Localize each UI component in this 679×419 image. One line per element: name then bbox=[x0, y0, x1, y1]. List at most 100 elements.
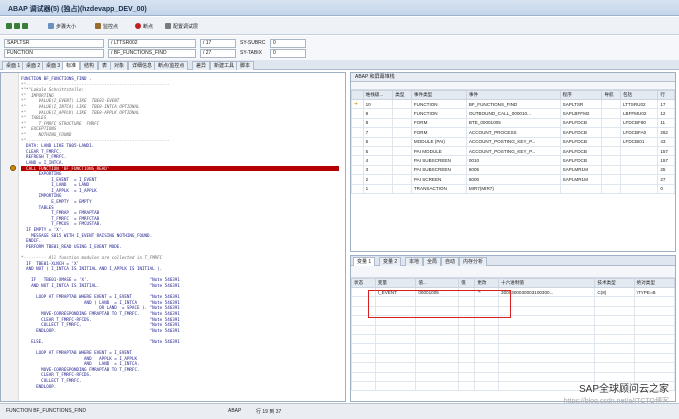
current-position-icon bbox=[10, 165, 16, 171]
toolbar-step-button[interactable] bbox=[6, 21, 28, 31]
variables-cell: \TYPE=B bbox=[633, 286, 676, 298]
toolbar-watch-button[interactable]: 监控点 bbox=[95, 21, 118, 31]
variables-column-header[interactable]: 值 bbox=[458, 278, 476, 288]
include-field[interactable]: / LTTSR002 bbox=[108, 39, 196, 48]
variables-cell bbox=[633, 352, 676, 364]
variables-tab[interactable]: 本地 bbox=[405, 257, 424, 266]
status-bar: FUNCTION BF_FUNCTIONS_FIND ABAP 行 19 到 3… bbox=[0, 403, 679, 419]
tab-diff[interactable]: 差异 bbox=[192, 61, 211, 70]
stack-cell bbox=[601, 164, 621, 176]
stack-row[interactable]: 3 PAI SUBSCREEN 6005 SAPLMR1M 25 bbox=[351, 164, 675, 176]
stack-cell: SAPLFDCB bbox=[559, 136, 603, 147]
stack-row[interactable]: 1 TRANSACTION MIR7(MIR7) 0 bbox=[351, 183, 675, 194]
stack-cell bbox=[601, 127, 621, 138]
variables-tab[interactable]: 变量 1 bbox=[353, 257, 376, 266]
tab-breakpoints[interactable]: 断点/监控点 bbox=[154, 61, 189, 70]
kind-field[interactable]: FUNCTION bbox=[4, 49, 104, 58]
variables-cell bbox=[351, 362, 376, 373]
stack-cell: 157 bbox=[657, 155, 675, 166]
variables-column-header[interactable]: 更改 bbox=[474, 278, 500, 288]
stack-column-header[interactable]: 事件 bbox=[465, 90, 561, 100]
program-field[interactable]: SAPLTSR bbox=[4, 39, 104, 48]
variables-column-header[interactable]: 变量 bbox=[374, 278, 417, 288]
breakpoint-icon bbox=[135, 23, 141, 29]
variables-column-header[interactable]: 状态 bbox=[351, 278, 376, 288]
toolbar-step-size-button[interactable]: 步骤大小 bbox=[48, 21, 76, 31]
variables-tab[interactable]: 内存分析 bbox=[459, 257, 488, 266]
variables-tab[interactable]: 全局 bbox=[423, 257, 442, 266]
editor-gutter[interactable] bbox=[1, 73, 19, 401]
variables-cell bbox=[458, 371, 476, 382]
stack-cell: SAPLTSR bbox=[559, 98, 603, 110]
variables-cell bbox=[415, 343, 460, 354]
stack-column-header[interactable]: 导航 bbox=[601, 90, 621, 100]
tab-details[interactable]: 详细信息 bbox=[128, 61, 157, 70]
stack-cell bbox=[351, 174, 364, 185]
stack-row[interactable]: 9 FUNCTION OUTBOUND_CALL_000010... SAPLBFFM… bbox=[351, 108, 675, 119]
sytabix-value[interactable]: 0 bbox=[270, 49, 306, 58]
variables-column-header[interactable]: 十六进制值 bbox=[498, 278, 596, 288]
variables-tab[interactable]: 自动 bbox=[441, 257, 460, 266]
line-field[interactable]: / 17 bbox=[200, 39, 236, 48]
stack-column-header[interactable] bbox=[351, 90, 364, 100]
toolbar-layer-label: 配置调试层 bbox=[173, 23, 199, 30]
tab-structure[interactable]: 结构 bbox=[80, 61, 99, 70]
variables-row-empty[interactable] bbox=[351, 362, 676, 373]
variables-cell bbox=[415, 352, 460, 364]
stack-column-header[interactable]: 行 bbox=[657, 90, 675, 100]
stack-row[interactable]: 4 PAI SUBSCREEN 0010 SAPLFDCB 157 bbox=[351, 155, 675, 166]
stack-row[interactable]: 6 MODULE (PAI) ACCOUNT_POSTING_KEY_P... SAP… bbox=[351, 136, 675, 147]
function-field[interactable]: / BF_FUNCTIONS_FIND bbox=[108, 49, 196, 58]
stack-column-header[interactable]: 类型 bbox=[392, 90, 412, 100]
stack-cell: 0 bbox=[657, 183, 675, 194]
step-into-icon bbox=[14, 23, 20, 29]
toolbar-layer-button[interactable]: 配置调试层 bbox=[165, 21, 198, 31]
variables-column-header[interactable]: 技术类型 bbox=[594, 278, 635, 288]
variables-cell bbox=[458, 343, 476, 354]
variables-column-header[interactable]: 绝对类型 bbox=[633, 278, 676, 288]
stack-column-header[interactable]: 包括 bbox=[619, 90, 659, 100]
tab-standard[interactable]: 标准 bbox=[62, 61, 81, 70]
stack-cell: 5 bbox=[362, 145, 394, 157]
stack-column-header[interactable]: 堆栈级... bbox=[362, 90, 394, 100]
stack-cell bbox=[392, 155, 412, 166]
variables-cell bbox=[633, 296, 676, 307]
stack-column-header[interactable]: 事件类型 bbox=[410, 90, 467, 100]
stack-column-header[interactable]: 程序 bbox=[559, 90, 603, 100]
variables-row-empty[interactable] bbox=[351, 333, 676, 345]
source-editor[interactable]: FUNCTION BF_FUNCTIONS_FIND . *"----------… bbox=[0, 72, 346, 402]
variables-cell bbox=[498, 315, 596, 326]
toolbar-breakpoint-button[interactable]: 断点 bbox=[135, 21, 153, 31]
stack-row[interactable]: 5 PAI MODULE ACCOUNT_POSTING_KEY_P... SAPLF… bbox=[351, 145, 675, 157]
variables-cell bbox=[351, 380, 376, 392]
tab-object[interactable]: 对象 bbox=[110, 61, 129, 70]
stack-row[interactable]: 2 PAI SCREEN 6000 SAPLMR1M 27 bbox=[351, 174, 675, 185]
variables-cell: 3000300030003100300... bbox=[498, 286, 596, 298]
variables-row-empty[interactable] bbox=[351, 352, 676, 364]
line2-field[interactable]: / 27 bbox=[200, 49, 236, 58]
variables-row-empty[interactable] bbox=[351, 324, 676, 335]
variables-row-empty[interactable] bbox=[351, 343, 676, 354]
stack-cell bbox=[351, 136, 364, 147]
stack-cell: 3 bbox=[362, 164, 394, 176]
stack-cell: 27 bbox=[657, 174, 675, 185]
window-titlebar: ABAP 调试器(5) (独占)(hzdevapp_DEV_00) bbox=[0, 0, 679, 16]
stack-row[interactable]: 8 FORM BTE_00001005 SAPLFDCB LFDCBF80 11 bbox=[351, 117, 675, 129]
variables-column-header[interactable]: 值... bbox=[415, 278, 460, 288]
tab-desktop-1[interactable]: 桌面 1 bbox=[2, 61, 25, 70]
toolbar-step-size-label: 步骤大小 bbox=[56, 23, 77, 30]
variables-cell bbox=[458, 352, 476, 364]
variables-cell bbox=[498, 296, 596, 307]
variables-cell bbox=[594, 315, 635, 326]
stack-panel: ABAP 和屏幕堆栈 堆栈级... 类型 事件类型 事件 程序 导航 包括行 ➜ 10 FUNC… bbox=[350, 72, 676, 252]
stack-row[interactable]: 7 FORM ACCOUNT_PROCESS SAPLFDCB LFDCBFA0 262 bbox=[351, 127, 675, 138]
stack-row[interactable]: ➜ 10 FUNCTION BF_FUNCTIONS_FIND SAPLTSR LTTSR… bbox=[351, 98, 675, 110]
variables-tab[interactable]: 变量 2 bbox=[379, 257, 402, 266]
tab-desktop-2[interactable]: 桌面 2 bbox=[22, 61, 45, 70]
sysubrc-value[interactable]: 0 bbox=[270, 39, 306, 48]
tab-script[interactable]: 脚本 bbox=[236, 61, 255, 70]
variables-cell: C(8) bbox=[594, 286, 635, 298]
stack-cell: LFDCBFA0 bbox=[619, 127, 659, 138]
tab-desktop-3[interactable]: 桌面 3 bbox=[42, 61, 65, 70]
tab-new-tool[interactable]: 新建工具 bbox=[210, 61, 239, 70]
